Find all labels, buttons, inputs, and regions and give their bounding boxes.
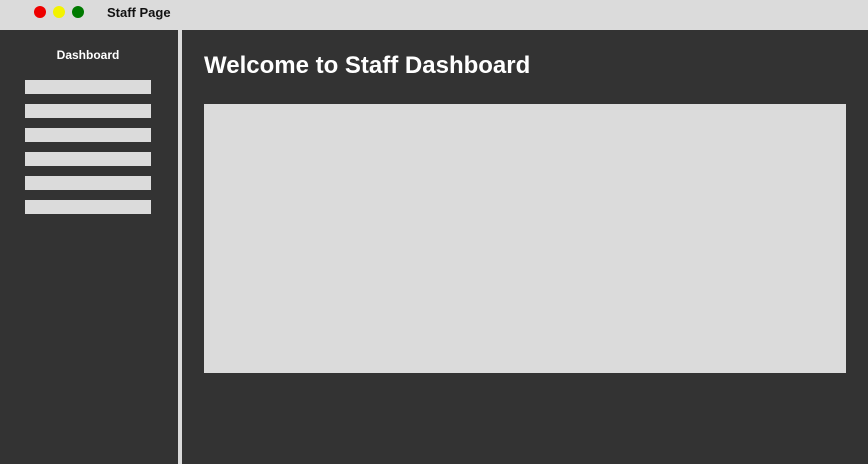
sidebar-item-1[interactable]: [25, 80, 151, 94]
title-bar: Staff Page: [0, 0, 868, 30]
main-content: Welcome to Staff Dashboard: [182, 30, 868, 464]
sidebar-item-5[interactable]: [25, 176, 151, 190]
page-title: Welcome to Staff Dashboard: [204, 52, 531, 79]
sidebar-item-2[interactable]: [25, 104, 151, 118]
sidebar-item-3[interactable]: [25, 128, 151, 142]
sidebar-item-6[interactable]: [25, 200, 151, 214]
content-panel: [204, 104, 846, 373]
sidebar: Dashboard: [0, 30, 178, 464]
minimize-window-button[interactable]: [53, 6, 65, 18]
window-title: Staff Page: [107, 5, 171, 20]
sidebar-item-4[interactable]: [25, 152, 151, 166]
maximize-window-button[interactable]: [72, 6, 84, 18]
sidebar-title: Dashboard: [56, 48, 120, 62]
close-window-button[interactable]: [34, 6, 46, 18]
